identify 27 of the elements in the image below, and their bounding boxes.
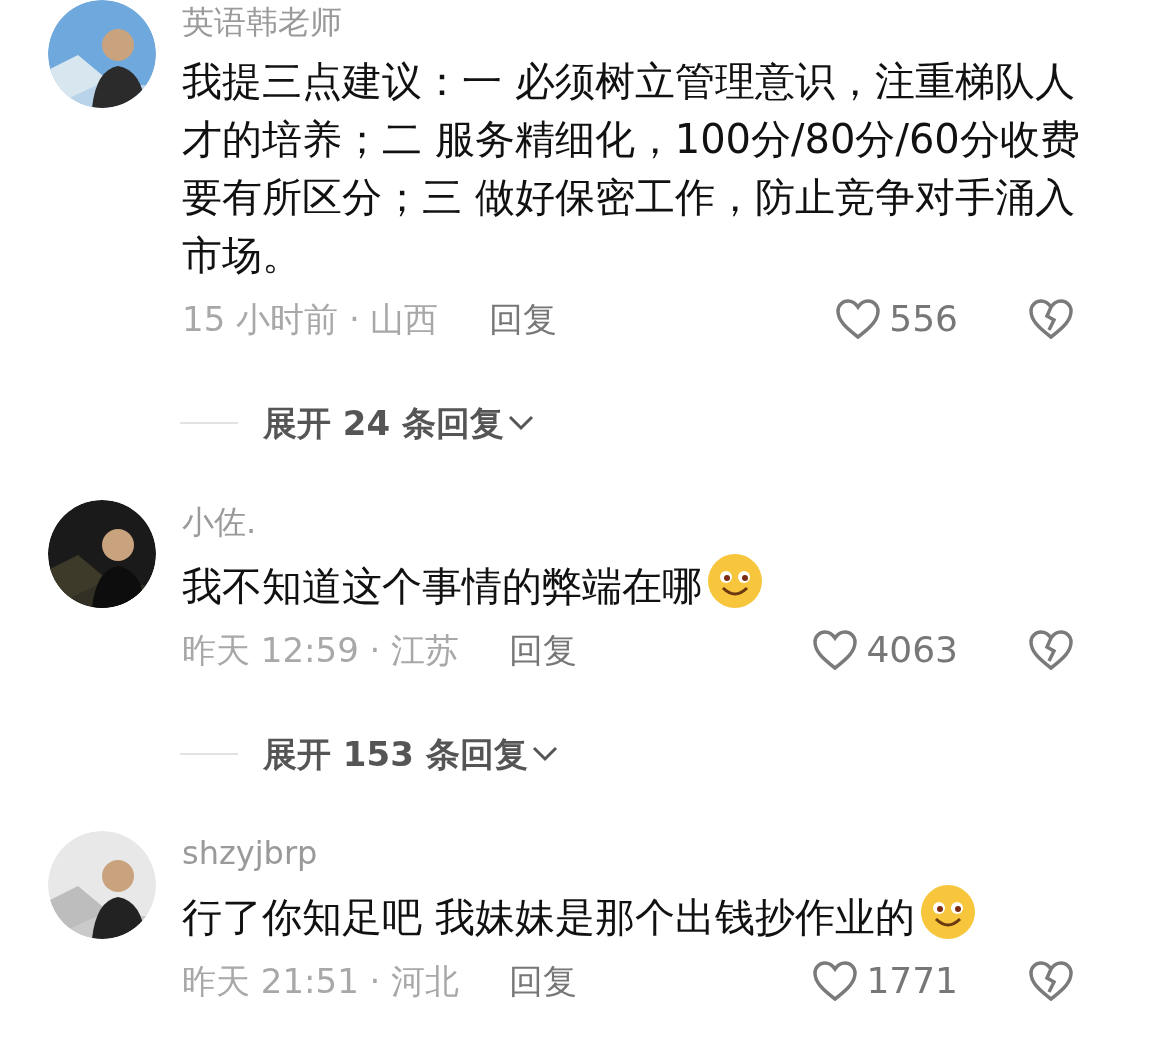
heart-icon[interactable] [812, 960, 859, 1002]
like-count: 4063 [866, 628, 958, 672]
user-name[interactable]: 小佐. [182, 500, 257, 544]
broken-heart-icon[interactable] [1028, 298, 1074, 340]
comment-text: 我不知道这个事情的弊端在哪 [182, 552, 1112, 615]
like-count: 1771 [866, 959, 958, 1003]
smiley-icon [706, 552, 764, 610]
like-count: 556 [889, 297, 958, 341]
comment-text: 我提三点建议：一 必须树立管理意识，注重梯队人才的培养；二 服务精细化，100分/80分/60分收费要有所区分；三 做好保密工作，防止竞争对手涌入市场。 [182, 57, 1081, 280]
comment-meta: 昨天 12:59 · 江苏 [182, 628, 460, 672]
comment-meta: 15 小时前 · 山西 [182, 297, 439, 341]
chevron-down-icon [531, 746, 558, 762]
reply-button[interactable]: 回复 [509, 955, 578, 1007]
reply-button[interactable]: 回复 [509, 624, 578, 676]
smiley-icon [918, 883, 977, 941]
user-name[interactable]: shzyjbrp [182, 831, 318, 875]
expand-replies-button[interactable]: 展开 24 条回复 [263, 397, 534, 449]
heart-icon[interactable] [812, 629, 859, 671]
chevron-down-icon [508, 415, 534, 431]
reply-button[interactable]: 回复 [488, 293, 557, 345]
comment-meta: 昨天 21:51 · 河北 [182, 959, 460, 1003]
heart-icon[interactable] [835, 298, 882, 340]
comment-text: 行了你知足吧 我妹妹是那个出钱抄作业的 [182, 883, 1112, 946]
user-name[interactable]: 英语韩老师 [182, 0, 342, 44]
expand-replies-button[interactable]: 展开 153 条回复 [263, 728, 558, 780]
broken-heart-icon[interactable] [1028, 629, 1074, 671]
broken-heart-icon[interactable] [1028, 960, 1074, 1002]
